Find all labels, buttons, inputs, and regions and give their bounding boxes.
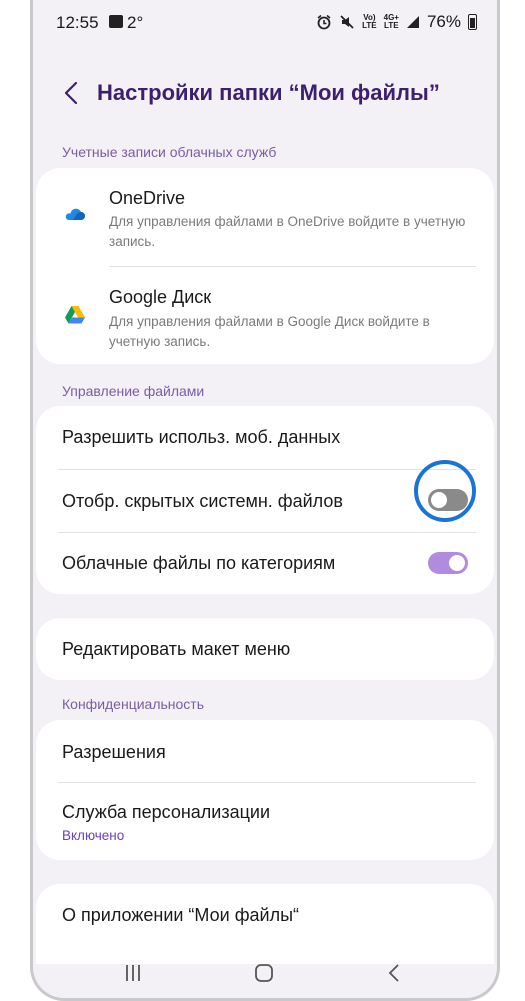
network-type-indicator: 4G+ LTE	[383, 13, 399, 30]
privacy-section-label: Конфиденциальность	[62, 696, 205, 712]
back-nav-icon[interactable]	[383, 962, 407, 984]
cloud-by-category-label: Облачные файлы по категориям	[62, 553, 336, 573]
phone-screen: 12:55 2° Vo) LTE 4G+ LTE 76% Настройки п…	[30, 0, 500, 1001]
battery-icon	[468, 14, 477, 30]
privacy-card: Разрешения Служба персонализации Включен…	[36, 720, 494, 860]
navigation-bar	[33, 946, 497, 998]
google-drive-description: Для управления файлами в Google Диск вой…	[109, 314, 430, 349]
hidden-files-label: Отобр. скрытых системн. файлов	[62, 491, 343, 511]
page-title: Настройки папки “Мои файлы”	[97, 80, 440, 105]
cloud-by-category-row[interactable]: Облачные файлы по категориям	[36, 532, 494, 594]
mute-icon	[340, 15, 354, 29]
gallery-icon	[109, 15, 123, 28]
edit-menu-layout-label: Редактировать макет меню	[62, 639, 291, 659]
cloud-accounts-card: OneDrive Для управления файлами в OneDri…	[36, 168, 494, 364]
edit-menu-layout-row[interactable]: Редактировать макет меню	[36, 618, 494, 680]
google-drive-name: Google Диск	[109, 287, 212, 307]
status-bar: 12:55 2° Vo) LTE 4G+ LTE 76%	[33, 0, 497, 46]
about-app-label: О приложении “Мои файлы“	[62, 905, 299, 925]
back-arrow-icon[interactable]	[57, 78, 87, 108]
volte-indicator: Vo) LTE	[362, 13, 377, 30]
signal-icon	[406, 16, 419, 28]
battery-percent: 76%	[426, 12, 461, 31]
toggle-knob	[449, 555, 465, 571]
personalization-status: Включено	[62, 828, 125, 843]
toggle-knob	[431, 492, 447, 508]
edit-menu-card: Редактировать макет меню	[36, 618, 494, 680]
alarm-icon	[317, 14, 331, 30]
status-temperature: 2°	[127, 13, 144, 32]
recent-apps-icon[interactable]	[121, 962, 145, 984]
personalization-label: Служба персонализации	[62, 802, 271, 822]
page-header: Настройки папки “Мои файлы”	[33, 72, 497, 116]
status-icons: Vo) LTE 4G+ LTE 76%	[316, 12, 477, 32]
personalization-row[interactable]: Служба персонализации Включено	[36, 782, 494, 860]
about-app-row[interactable]: О приложении “Мои файлы“	[36, 884, 494, 946]
google-drive-icon	[65, 306, 85, 324]
hidden-files-toggle[interactable]	[428, 489, 468, 511]
mobile-data-row[interactable]: Разрешить использ. моб. данных	[36, 406, 494, 469]
home-icon[interactable]	[252, 962, 276, 984]
hidden-files-row[interactable]: Отобр. скрытых системн. файлов	[36, 469, 494, 532]
status-time: 12:55	[56, 13, 99, 32]
onedrive-account-row[interactable]: OneDrive Для управления файлами в OneDri…	[36, 168, 494, 266]
onedrive-description: Для управления файлами в OneDrive войдит…	[109, 214, 466, 249]
mobile-data-label: Разрешить использ. моб. данных	[62, 427, 341, 447]
permissions-label: Разрешения	[62, 742, 166, 762]
permissions-row[interactable]: Разрешения	[36, 720, 494, 782]
file-management-card: Разрешить использ. моб. данных Отобр. ск…	[36, 406, 494, 594]
cloud-by-category-toggle[interactable]	[428, 552, 468, 574]
onedrive-cloud-icon	[65, 208, 85, 220]
cloud-accounts-section-label: Учетные записи облачных служб	[62, 144, 277, 160]
file-management-section-label: Управление файлами	[62, 383, 205, 399]
google-drive-account-row[interactable]: Google Диск Для управления файлами в Goo…	[36, 267, 494, 364]
onedrive-name: OneDrive	[109, 188, 186, 208]
